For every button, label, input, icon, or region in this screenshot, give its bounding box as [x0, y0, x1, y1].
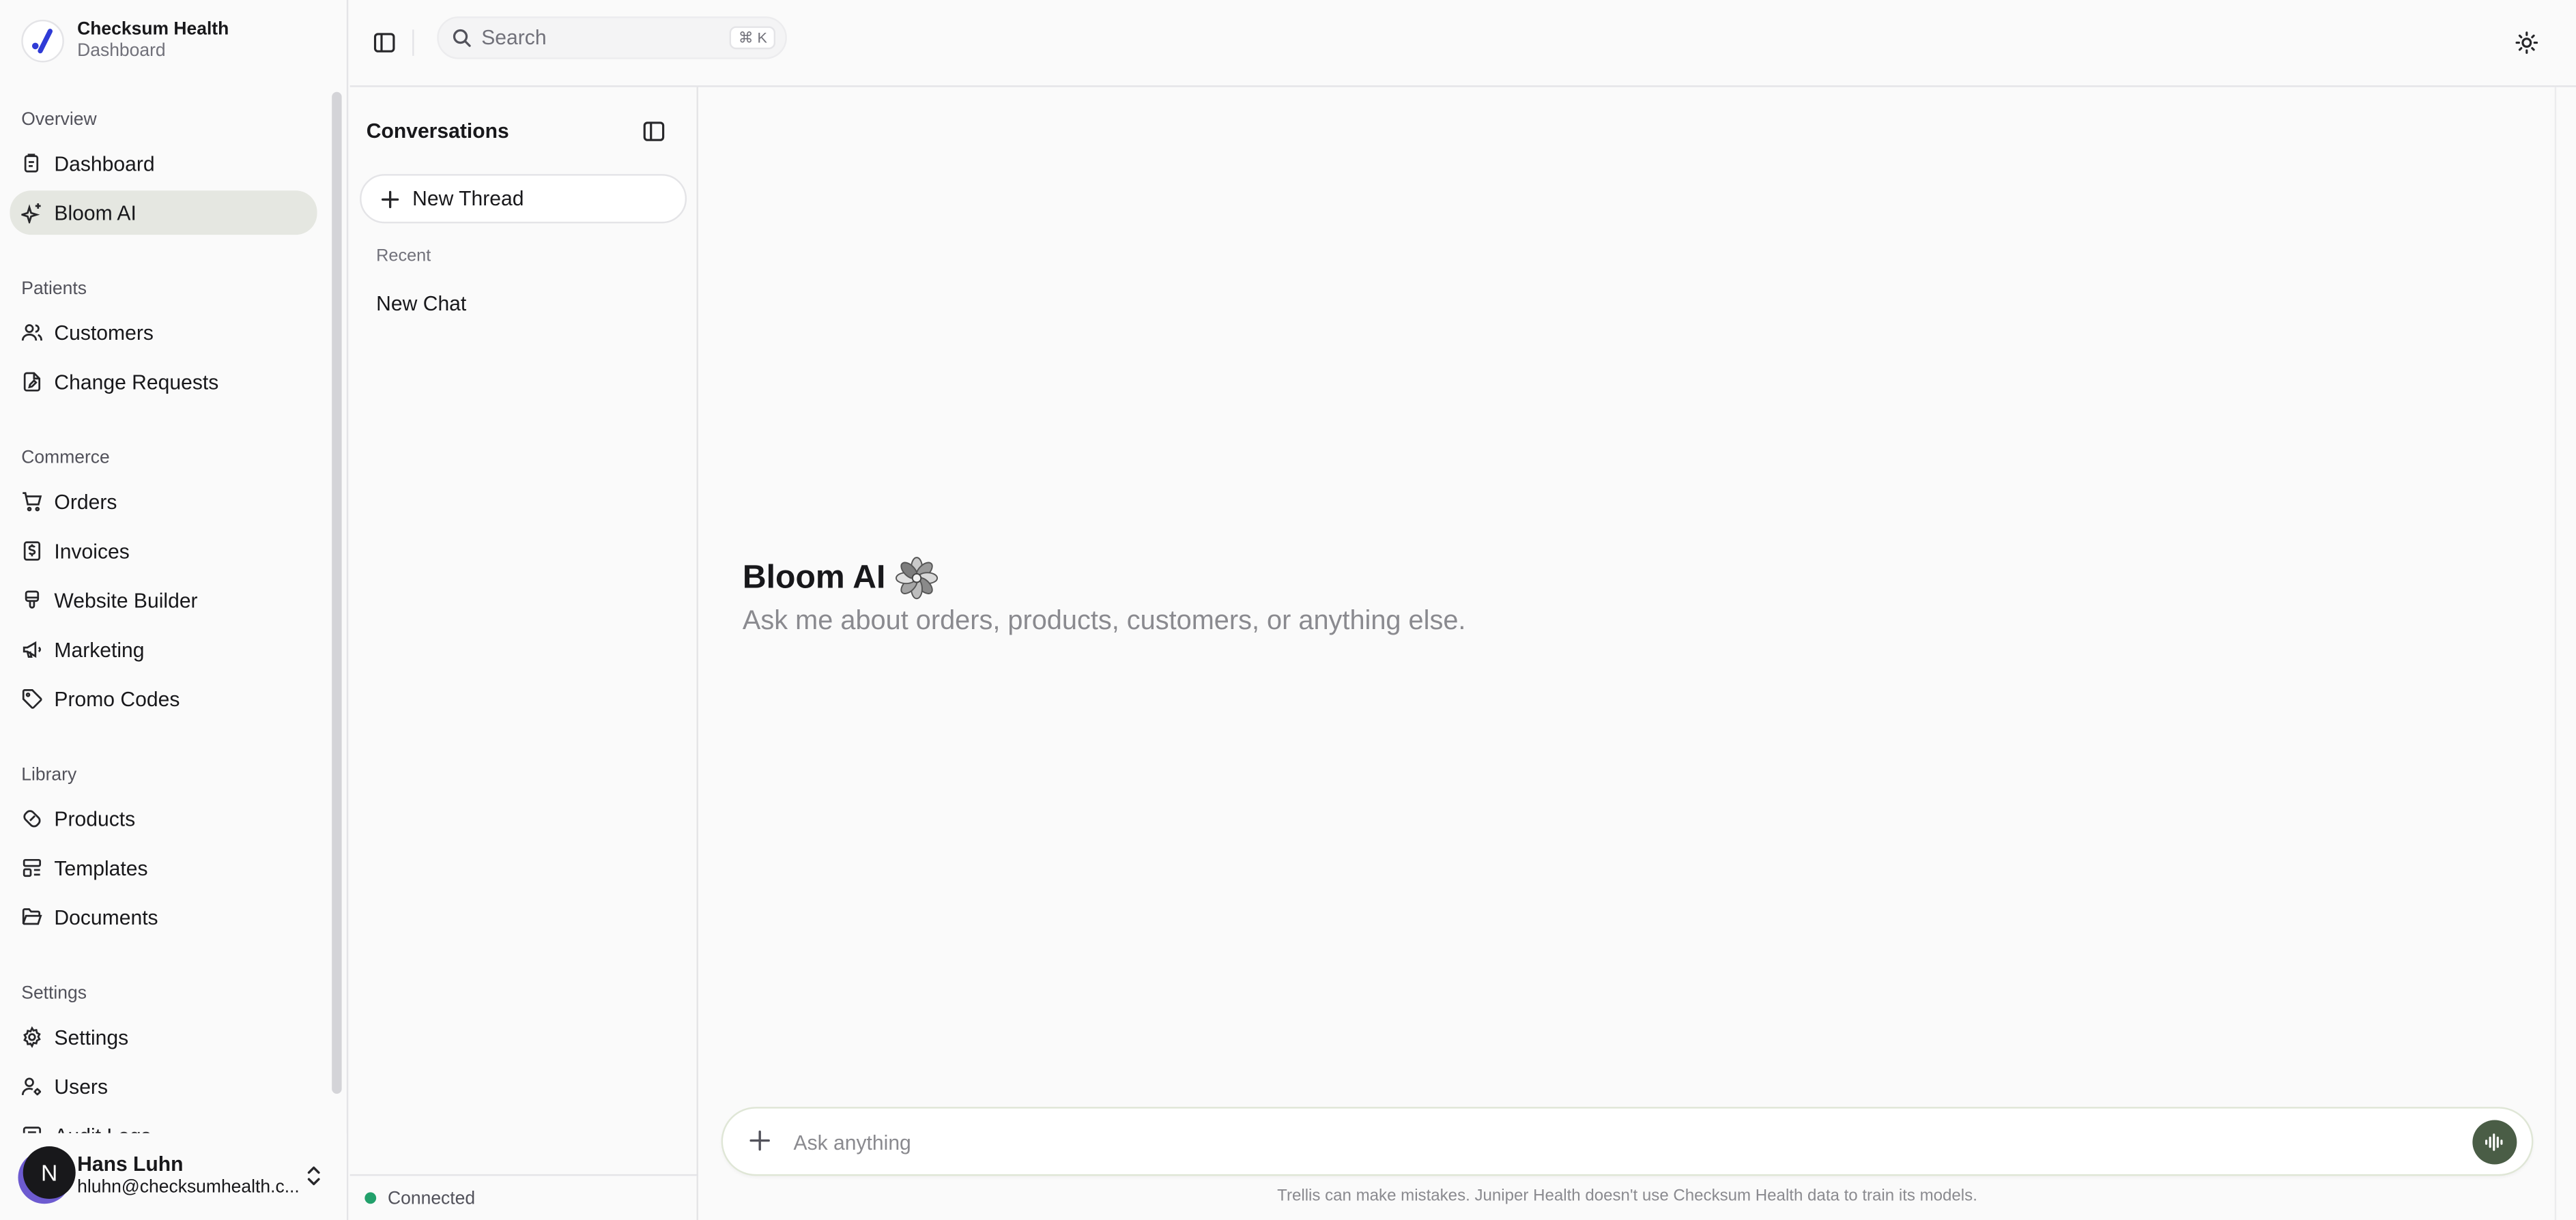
- sidebar-item-change-requests[interactable]: Change Requests: [10, 360, 317, 404]
- layout-icon: [23, 858, 42, 877]
- users-icon: [21, 324, 42, 341]
- dollar-doc-icon: [23, 541, 41, 561]
- nav-group-overview: Overview: [21, 110, 97, 130]
- sidebar-scrollbar-thumb[interactable]: [332, 91, 342, 1094]
- sidebar-item-label: Templates: [54, 856, 148, 880]
- page-title: Bloom AI: [742, 559, 886, 596]
- connection-status: Connected: [349, 1174, 698, 1220]
- sidebar-item-label: Products: [54, 807, 136, 830]
- nav-group-library: Library: [21, 765, 77, 785]
- sidebar-item-label: Settings: [54, 1026, 129, 1049]
- sidebar-item-promo-codes[interactable]: Promo Codes: [10, 677, 317, 721]
- sidebar-item-label: Customers: [54, 321, 154, 345]
- sidebar-item-label: Audit Logs: [54, 1124, 151, 1133]
- sidebar-nav: Overview Dashboard Bloom AI Patients Cus…: [0, 98, 328, 1133]
- sidebar: Checksum Health Dashboard Overview Dashb…: [0, 0, 349, 1220]
- log-icon: [23, 1127, 42, 1133]
- sidebar-toggle-icon[interactable]: [373, 31, 396, 55]
- sparkles-icon: [21, 203, 41, 224]
- sidebar-item-users[interactable]: Users: [10, 1064, 317, 1109]
- sidebar-item-audit-logs[interactable]: Audit Logs: [10, 1114, 317, 1133]
- search-input[interactable]: Search ⌘ K: [437, 16, 787, 59]
- sidebar-item-bloom-ai[interactable]: Bloom AI: [10, 190, 317, 235]
- cart-icon: [23, 492, 42, 512]
- search-shortcut-badge: ⌘ K: [730, 26, 776, 50]
- sidebar-item-settings[interactable]: Settings: [10, 1015, 317, 1059]
- nav-group-patients: Patients: [21, 279, 87, 300]
- sidebar-item-orders[interactable]: Orders: [10, 480, 317, 524]
- tag-icon: [22, 689, 42, 709]
- pill-icon: [23, 810, 41, 828]
- sidebar-scrollbar[interactable]: [330, 85, 343, 1130]
- divider: [412, 29, 414, 56]
- sidebar-item-templates[interactable]: Templates: [10, 846, 317, 890]
- disclaimer-text: Trellis can make mistakes. Juniper Healt…: [1277, 1187, 1977, 1206]
- avatar: N: [23, 1146, 76, 1200]
- sidebar-item-documents[interactable]: Documents: [10, 895, 317, 940]
- sidebar-item-label: Orders: [54, 490, 117, 514]
- file-edit-icon: [23, 372, 41, 392]
- audio-waveform-icon: [2485, 1133, 2503, 1151]
- user-name: Hans Luhn: [77, 1152, 184, 1176]
- nav-group-commerce: Commerce: [21, 448, 110, 468]
- welcome-hero: Bloom AI Ask me about orders, products, …: [742, 557, 1466, 637]
- flower-icon: [896, 557, 939, 600]
- recent-section-label: Recent: [376, 246, 431, 266]
- megaphone-icon: [23, 641, 42, 658]
- brand-logo-icon: [21, 19, 64, 63]
- sidebar-item-label: Promo Codes: [54, 687, 180, 710]
- status-dot: [364, 1192, 377, 1204]
- panel-collapse-icon[interactable]: [642, 120, 666, 143]
- chat-main: Bloom AI Ask me about orders, products, …: [700, 87, 2555, 1220]
- right-rail: [2554, 87, 2576, 1220]
- chevron-up-down-icon: [307, 1166, 320, 1186]
- gear-icon: [23, 1026, 41, 1048]
- new-thread-label: New Thread: [412, 187, 524, 211]
- user-email: hluhn@checksumhealth.c...: [77, 1177, 300, 1197]
- sidebar-item-products[interactable]: Products: [10, 796, 317, 841]
- plus-icon: [381, 190, 399, 207]
- search-placeholder: Search: [481, 26, 547, 50]
- connection-status-text: Connected: [388, 1188, 476, 1208]
- chat-input[interactable]: [793, 1128, 2437, 1158]
- user-menu[interactable]: N Hans Luhn hluhn@checksumhealth.c...: [0, 1133, 347, 1220]
- voice-button[interactable]: [2472, 1120, 2517, 1165]
- sidebar-item-marketing[interactable]: Marketing: [10, 627, 317, 671]
- sidebar-item-website-builder[interactable]: Website Builder: [10, 578, 317, 622]
- clipboard-icon: [24, 154, 39, 173]
- sidebar-item-label: Website Builder: [54, 588, 198, 612]
- chat-composer: [721, 1107, 2534, 1176]
- nav-group-settings: Settings: [21, 983, 87, 1004]
- top-bar: Search ⌘ K: [349, 0, 2576, 87]
- brand-name: Checksum Health: [77, 19, 229, 40]
- sidebar-item-invoices[interactable]: Invoices: [10, 529, 317, 573]
- sidebar-item-label: Users: [54, 1075, 109, 1099]
- page-subtitle: Ask me about orders, products, customers…: [742, 606, 1466, 636]
- sidebar-item-label: Invoices: [54, 539, 130, 563]
- attach-plus-icon[interactable]: [749, 1130, 771, 1151]
- sidebar-item-dashboard[interactable]: Dashboard: [10, 141, 317, 186]
- sidebar-item-label: Change Requests: [54, 370, 219, 394]
- sidebar-item-label: Dashboard: [54, 151, 155, 175]
- search-icon: [453, 29, 471, 47]
- user-cog-icon: [21, 1077, 42, 1096]
- brand[interactable]: Checksum Health Dashboard: [21, 19, 229, 63]
- sidebar-item-label: Marketing: [54, 638, 145, 661]
- new-thread-button[interactable]: New Thread: [360, 174, 687, 224]
- sidebar-item-customers[interactable]: Customers: [10, 310, 317, 355]
- sidebar-item-label: Bloom AI: [54, 201, 137, 224]
- sidebar-item-label: Documents: [54, 905, 158, 929]
- brush-icon: [25, 590, 40, 609]
- brand-subtitle: Dashboard: [77, 41, 166, 61]
- conversation-item[interactable]: New Chat: [367, 284, 682, 323]
- folder-icon: [22, 908, 42, 925]
- conversations-title: Conversations: [366, 119, 509, 143]
- sun-icon[interactable]: [2515, 31, 2538, 55]
- conversations-panel: Conversations New Thread Recent New Chat…: [349, 87, 698, 1220]
